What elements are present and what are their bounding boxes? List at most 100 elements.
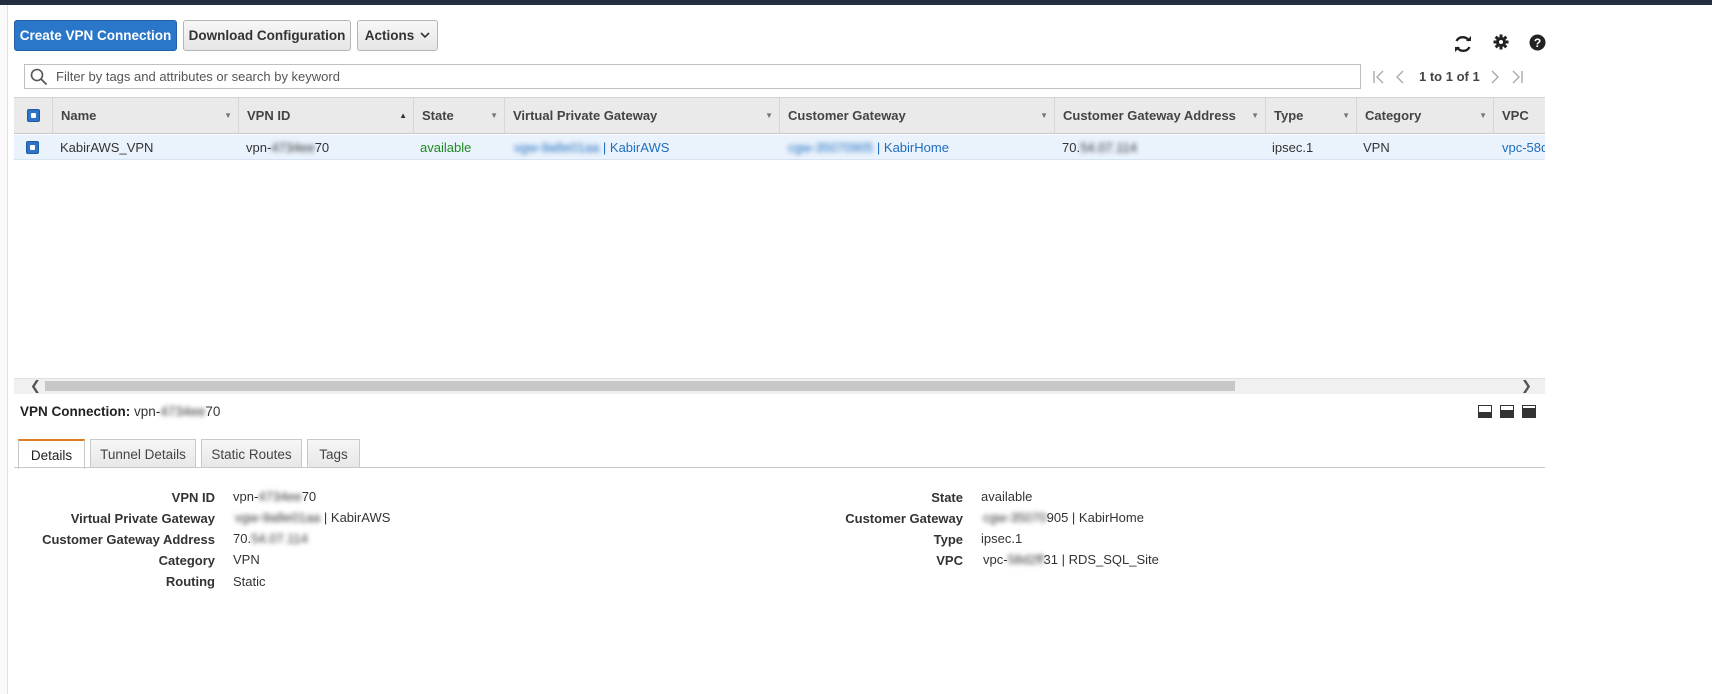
- sort-icon: ▼: [765, 111, 773, 120]
- column-header-cgw-label: Customer Gateway: [788, 108, 906, 123]
- detail-value-vpg-link[interactable]: vgw-9a8e01aa | KabirAWS: [235, 510, 390, 525]
- sort-ascending-icon: ▲: [399, 111, 407, 120]
- left-panel-edge: [0, 5, 8, 694]
- create-vpn-connection-button[interactable]: Create VPN Connection: [14, 20, 177, 51]
- vpn-id-prefix: vpn-: [246, 140, 272, 155]
- detail-cgw-separator: |: [1068, 510, 1079, 525]
- row-type: ipsec.1: [1272, 140, 1314, 155]
- detail-title-suffix: 70: [205, 404, 221, 419]
- column-header-customer-gateway[interactable]: Customer Gateway ▼: [779, 98, 1054, 133]
- tab-tunnel-details[interactable]: Tunnel Details: [90, 439, 196, 468]
- tabs-divider: [14, 467, 1545, 468]
- actions-label: Actions: [364, 28, 415, 43]
- search-icon: [30, 68, 48, 85]
- chevron-down-icon: [420, 30, 430, 42]
- column-header-state[interactable]: State ▼: [413, 98, 504, 133]
- refresh-icon[interactable]: [1453, 34, 1473, 54]
- help-icon[interactable]: ?: [1527, 32, 1547, 52]
- layout-minimize-icon[interactable]: [1478, 405, 1492, 418]
- column-header-vpc[interactable]: VPC: [1493, 98, 1545, 133]
- sort-icon: ▼: [1040, 111, 1048, 120]
- vpg-name: KabirAWS: [609, 140, 670, 155]
- download-configuration-button[interactable]: Download Configuration: [183, 20, 351, 51]
- detail-vpg-separator: |: [320, 510, 331, 525]
- cgw-address-redacted: 54.07.114: [1080, 140, 1137, 155]
- detail-value-vpc-link[interactable]: vpc-58d2ff31 | RDS_SQL_Site: [983, 552, 1159, 567]
- search-input[interactable]: [54, 68, 1360, 85]
- select-all-cell: [14, 98, 52, 133]
- horizontal-scrollbar[interactable]: ❮ ❯: [14, 378, 1545, 394]
- detail-vpc-redacted: 58d2ff: [1007, 552, 1044, 567]
- detail-vpn-id-suffix: 70: [301, 489, 317, 504]
- detail-value-cgw-address: 70.54.07.114: [233, 531, 308, 546]
- detail-vpn-id-prefix: vpn-: [233, 489, 259, 504]
- detail-vpc-suffix: 31: [1043, 552, 1058, 567]
- detail-cgw-address-prefix: 70.: [233, 531, 252, 546]
- gear-icon[interactable]: [1491, 32, 1511, 52]
- row-customer-gateway-link[interactable]: cgw-35070905 | KabirHome: [788, 140, 949, 155]
- table-row[interactable]: KabirAWS_VPN vpn-4734ee70 available vgw-…: [14, 135, 1545, 160]
- row-vpc-link[interactable]: vpc-58d: [1502, 140, 1545, 155]
- last-page-icon[interactable]: [1510, 68, 1524, 86]
- detail-label-vpc: VPC: [936, 553, 963, 568]
- actions-dropdown-button[interactable]: Actions: [357, 20, 438, 51]
- column-header-cgw-address-label: Customer Gateway Address: [1063, 108, 1236, 123]
- top-navigation-bar: [0, 0, 1712, 5]
- column-header-vpn-id[interactable]: VPN ID ▲: [238, 98, 413, 133]
- tab-details[interactable]: Details: [18, 439, 85, 469]
- layout-maximize-icon[interactable]: [1522, 405, 1536, 418]
- detail-value-cgw-link[interactable]: cgw-35070905 | KabirHome: [983, 510, 1144, 525]
- tab-static-routes[interactable]: Static Routes: [201, 439, 302, 468]
- scroll-left-icon[interactable]: ❮: [30, 378, 41, 394]
- scroll-right-icon[interactable]: ❯: [1521, 378, 1532, 394]
- tab-tags[interactable]: Tags: [307, 439, 360, 468]
- column-header-name[interactable]: Name ▼: [52, 98, 238, 133]
- sort-icon: ▼: [224, 111, 232, 120]
- layout-split-icon[interactable]: [1500, 405, 1514, 418]
- cgw-separator: |: [873, 140, 884, 155]
- svg-text:?: ?: [1533, 36, 1540, 50]
- scrollbar-thumb[interactable]: [45, 381, 1235, 391]
- vpn-id-suffix: 70: [314, 140, 330, 155]
- detail-label-routing: Routing: [165, 574, 215, 589]
- detail-value-type: ipsec.1: [981, 531, 1023, 546]
- detail-vpg-name: KabirAWS: [330, 510, 391, 525]
- row-name: KabirAWS_VPN: [60, 140, 154, 155]
- detail-value-vpn-id: vpn-4734ee70: [233, 489, 316, 504]
- column-header-customer-gateway-address[interactable]: Customer Gateway Address ▼: [1054, 98, 1265, 133]
- row-virtual-private-gateway-link[interactable]: vgw-9a8e01aa | KabirAWS: [514, 140, 669, 155]
- row-checkbox[interactable]: [26, 141, 39, 154]
- detail-value-routing: Static: [233, 574, 266, 589]
- table-header: Name ▼ VPN ID ▲ State ▼ Virtual Private …: [14, 97, 1545, 134]
- detail-cgw-suffix: 905: [1046, 510, 1069, 525]
- vpn-id-redacted: 4734ee: [271, 140, 315, 155]
- sort-icon: ▼: [490, 111, 498, 120]
- detail-title-redacted: 4734ee: [160, 404, 206, 419]
- detail-label-type: Type: [933, 532, 963, 547]
- select-all-checkbox[interactable]: [26, 109, 40, 122]
- row-category: VPN: [1363, 140, 1390, 155]
- previous-page-icon[interactable]: [1394, 68, 1406, 86]
- detail-title-prefix: vpn-: [134, 404, 161, 419]
- row-vpn-id: vpn-4734ee70: [246, 140, 329, 155]
- first-page-icon[interactable]: [1372, 68, 1386, 86]
- detail-label-vpg: Virtual Private Gateway: [70, 511, 215, 526]
- detail-label-state: State: [931, 490, 963, 505]
- next-page-icon[interactable]: [1489, 68, 1501, 86]
- cgw-name: KabirHome: [883, 140, 949, 155]
- detail-label-cgw-address: Customer Gateway Address: [42, 532, 215, 547]
- column-header-category[interactable]: Category ▼: [1356, 98, 1493, 133]
- column-header-category-label: Category: [1365, 108, 1422, 123]
- column-header-type[interactable]: Type ▼: [1265, 98, 1356, 133]
- detail-cgw-redacted: cgw-35070: [983, 510, 1047, 525]
- column-header-type-label: Type: [1274, 108, 1304, 123]
- column-header-virtual-private-gateway[interactable]: Virtual Private Gateway ▼: [504, 98, 779, 133]
- filter-search-box[interactable]: [24, 64, 1361, 89]
- column-header-state-label: State: [422, 108, 454, 123]
- sort-icon: ▼: [1342, 111, 1350, 120]
- detail-vpc-prefix: vpc-: [983, 552, 1008, 567]
- row-customer-gateway-address: 70.54.07.114: [1062, 140, 1137, 155]
- detail-vpg-redacted: vgw-9a8e01aa: [235, 510, 321, 525]
- column-header-vpc-label: VPC: [1502, 108, 1529, 123]
- detail-label-category: Category: [158, 553, 215, 568]
